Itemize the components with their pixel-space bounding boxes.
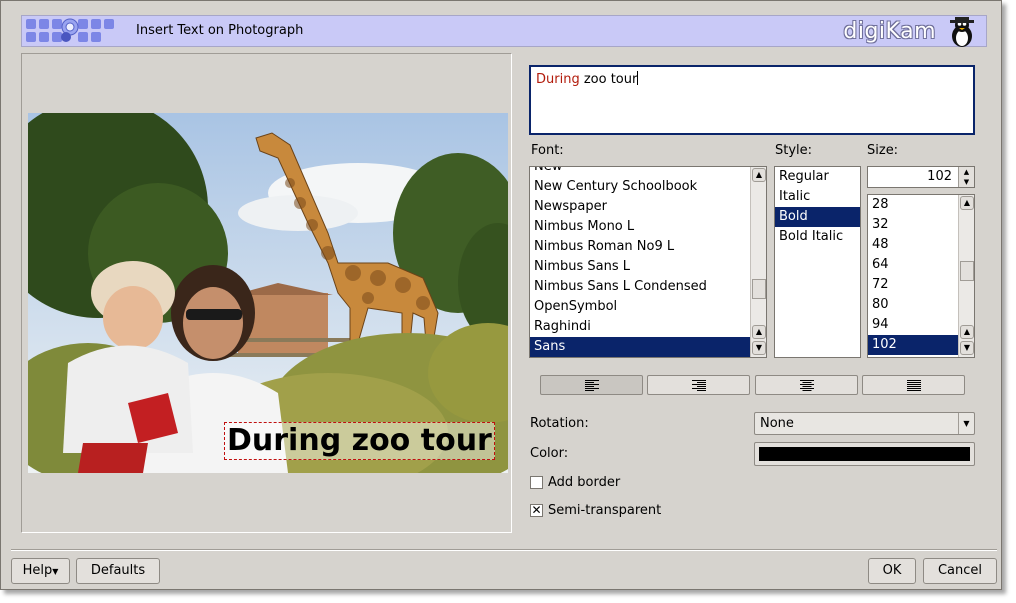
rotation-value: None [760, 416, 794, 431]
rotation-label: Rotation: [530, 416, 589, 431]
list-item[interactable]: Bold Italic [775, 227, 860, 247]
penguin-mascot-icon [950, 17, 974, 47]
dialog-title: Insert Text on Photograph [136, 23, 304, 38]
scroll-up-icon[interactable]: ▲ [752, 168, 766, 182]
scroll-thumb[interactable] [752, 279, 766, 299]
color-swatch [759, 447, 970, 461]
style-label: Style: [775, 143, 813, 158]
list-item[interactable]: 48 [868, 235, 958, 255]
list-item[interactable]: Nimbus Roman No9 L [530, 237, 750, 257]
size-label: Size: [867, 143, 899, 158]
preview-panel: During zoo tour [21, 53, 512, 533]
header-banner: Insert Text on Photograph digiKam [21, 15, 987, 47]
align-right-icon [692, 380, 706, 391]
list-item-selected[interactable]: Bold [775, 207, 860, 227]
increment-icon[interactable]: ▲ [958, 167, 974, 177]
align-justify-button[interactable] [862, 375, 965, 395]
align-center-button[interactable] [755, 375, 858, 395]
list-item[interactable]: Raghindi [530, 317, 750, 337]
list-item[interactable]: 94 [868, 315, 958, 335]
list-item[interactable]: 64 [868, 255, 958, 275]
align-left-button[interactable] [540, 375, 643, 395]
scroll-up-icon[interactable]: ▲ [752, 325, 766, 339]
photo-preview[interactable]: During zoo tour [28, 113, 508, 473]
list-item-selected[interactable]: 102 [868, 335, 958, 355]
decrement-icon[interactable]: ▼ [958, 177, 974, 187]
defaults-button[interactable]: Defaults [76, 558, 160, 584]
text-input-rest: zoo tour [579, 72, 638, 87]
divider [11, 549, 997, 551]
cancel-button[interactable]: Cancel [923, 558, 997, 584]
size-value: 102 [927, 169, 952, 184]
color-picker-button[interactable] [754, 442, 975, 466]
scroll-up-icon[interactable]: ▲ [960, 196, 974, 210]
list-item[interactable]: Nimbus Sans L Condensed [530, 277, 750, 297]
plugin-logo-icon [26, 18, 114, 42]
rotation-select[interactable]: None ▼ [754, 412, 975, 435]
list-item[interactable]: 80 [868, 295, 958, 315]
list-item[interactable]: Newspaper [530, 197, 750, 217]
list-item[interactable]: Nimbus Mono L [530, 217, 750, 237]
list-item[interactable]: OpenSymbol [530, 297, 750, 317]
semi-transparent-checkbox[interactable]: ✕ [530, 504, 543, 517]
chevron-down-icon: ▼ [958, 413, 974, 434]
list-item[interactable]: 72 [868, 275, 958, 295]
scroll-thumb[interactable] [960, 261, 974, 281]
align-justify-icon [907, 380, 921, 391]
dropdown-arrow-icon: ▼ [52, 567, 59, 576]
list-item[interactable]: 28 [868, 195, 958, 215]
semi-transparent-label: Semi-transparent [548, 503, 662, 518]
list-item[interactable]: New [530, 167, 750, 177]
style-list[interactable]: Regular Italic Bold Bold Italic [774, 166, 861, 358]
help-button-label: Help [22, 563, 53, 578]
add-border-checkbox[interactable] [530, 476, 543, 489]
align-left-icon [585, 380, 599, 391]
font-label: Font: [531, 143, 564, 158]
scroll-down-icon[interactable]: ▼ [752, 341, 766, 355]
help-button[interactable]: Help▼ [11, 558, 70, 584]
add-border-label: Add border [548, 475, 621, 490]
font-list[interactable]: New New Century Schoolbook Newspaper Nim… [529, 166, 767, 358]
font-list-scrollbar[interactable]: ▲ ▲ ▼ [750, 167, 766, 357]
list-item[interactable]: Nimbus Sans L [530, 257, 750, 277]
brand-logo: digiKam [843, 19, 936, 44]
size-list-scrollbar[interactable]: ▲ ▲ ▼ [958, 195, 974, 357]
list-item[interactable]: Italic [775, 187, 860, 207]
align-center-icon [800, 380, 814, 391]
list-item[interactable]: New Century Schoolbook [530, 177, 750, 197]
scroll-down-icon[interactable]: ▼ [960, 341, 974, 355]
scroll-up-icon[interactable]: ▲ [960, 325, 974, 339]
photograph-image [28, 113, 508, 473]
list-item-selected[interactable]: Sans [530, 337, 750, 357]
text-cursor [637, 71, 639, 85]
align-right-button[interactable] [647, 375, 750, 395]
text-input-misspelled-word: During [536, 72, 580, 87]
text-overlay-preview[interactable]: During zoo tour [224, 422, 495, 460]
text-input[interactable]: During zoo tour [529, 65, 975, 135]
color-label: Color: [530, 446, 569, 461]
insert-text-dialog: Insert Text on Photograph digiKam During… [0, 0, 1002, 590]
list-item[interactable]: Regular [775, 167, 860, 187]
size-spinbox[interactable]: 102 ▲ ▼ [867, 166, 975, 188]
list-item[interactable]: 32 [868, 215, 958, 235]
size-list[interactable]: 28 32 48 64 72 80 94 102 ▲ ▲ ▼ [867, 194, 975, 358]
ok-button[interactable]: OK [868, 558, 916, 584]
